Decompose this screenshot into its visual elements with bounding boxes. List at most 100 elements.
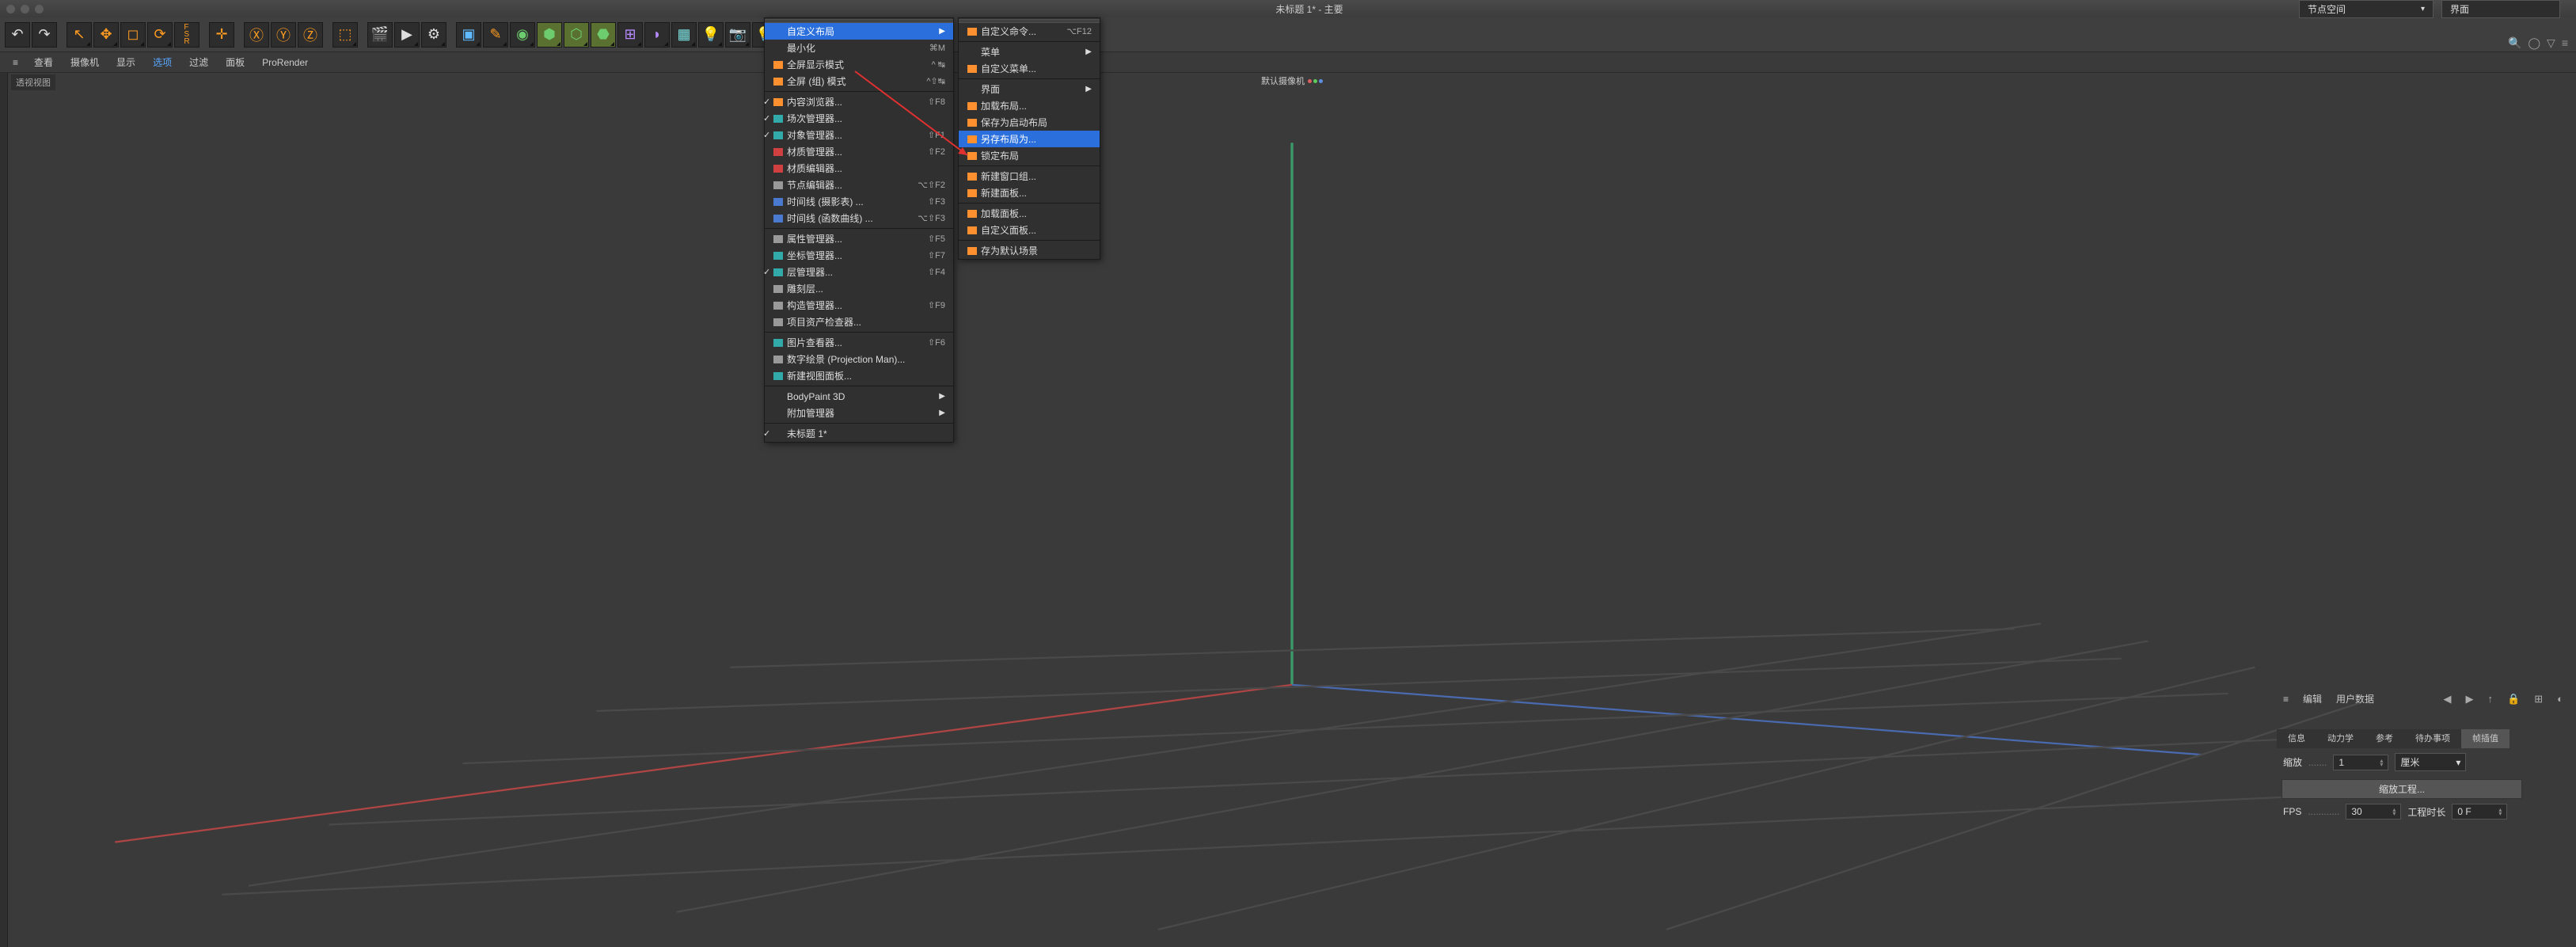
menu-item[interactable]: 构造管理器...⇧F9: [765, 297, 953, 314]
menu-display[interactable]: 显示: [116, 55, 135, 69]
perspective-viewport[interactable]: 透视视图 默认摄像机: [8, 73, 2576, 947]
render-view[interactable]: 🎬: [367, 22, 393, 48]
filter-icon[interactable]: ◯: [2528, 36, 2540, 50]
scale-project-button[interactable]: 缩放工程...: [2282, 779, 2522, 799]
deformer[interactable]: ⊞: [617, 22, 643, 48]
menu-options[interactable]: 选项: [153, 55, 172, 69]
redo-button[interactable]: ↷: [32, 22, 57, 48]
minimize-dot[interactable]: [21, 5, 29, 13]
attr-new-icon[interactable]: ⊞: [2534, 693, 2543, 705]
tab-todo[interactable]: 待办事项: [2404, 729, 2461, 748]
x-axis-toggle[interactable]: Ⓧ: [244, 22, 269, 48]
menu-item[interactable]: ✓场次管理器...: [765, 110, 953, 127]
menu-item[interactable]: 自定义布局▶: [765, 23, 953, 40]
menu-item[interactable]: 新建面板...: [959, 184, 1100, 201]
move-tool[interactable]: ✥: [93, 22, 119, 48]
menu-item[interactable]: 项目资产检查器...: [765, 314, 953, 330]
node-space-dropdown[interactable]: 节点空间 ▾: [2299, 0, 2434, 18]
render-settings[interactable]: ⚙: [421, 22, 446, 48]
menu-item[interactable]: BodyPaint 3D▶: [765, 388, 953, 405]
generator-subdivision[interactable]: ⬢: [537, 22, 562, 48]
menu-item[interactable]: 锁定布局: [959, 147, 1100, 164]
primitive-cube[interactable]: ▣: [456, 22, 481, 48]
menu-item[interactable]: 加载布局...: [959, 97, 1100, 114]
menu-item[interactable]: 新建视图面板...: [765, 367, 953, 384]
menu-item[interactable]: 菜单▶: [959, 44, 1100, 60]
menu-item[interactable]: 坐标管理器...⇧F7: [765, 247, 953, 264]
camera-object[interactable]: ▦: [671, 22, 697, 48]
tab-info[interactable]: 信息: [2277, 729, 2316, 748]
menu-filter[interactable]: 过滤: [189, 55, 208, 69]
y-axis-toggle[interactable]: Ⓨ: [271, 22, 296, 48]
hamburger-icon[interactable]: ≡: [13, 57, 17, 68]
menu-item[interactable]: ✓内容浏览器...⇧F8: [765, 93, 953, 110]
menu-item[interactable]: 图片查看器...⇧F6: [765, 334, 953, 351]
menu-item[interactable]: 加载面板...: [959, 205, 1100, 222]
zoom-dot[interactable]: [35, 5, 44, 13]
undo-button[interactable]: ↶: [5, 22, 30, 48]
scale-tool[interactable]: ◻: [120, 22, 146, 48]
menu-item[interactable]: 自定义面板...: [959, 222, 1100, 238]
menu-item[interactable]: 时间线 (摄影表) ...⇧F3: [765, 193, 953, 210]
menu-item[interactable]: 自定义菜单...: [959, 60, 1100, 77]
menu-item[interactable]: 材质管理器...⇧F2: [765, 143, 953, 160]
menu-item[interactable]: 材质编辑器...: [765, 160, 953, 177]
spline-pen[interactable]: ✎: [483, 22, 508, 48]
scene-camera[interactable]: 📷: [725, 22, 750, 48]
generator-nurbs[interactable]: ◉: [510, 22, 535, 48]
select-tool[interactable]: ↖: [66, 22, 92, 48]
menu-item[interactable]: 全屏显示模式^ ↹: [765, 56, 953, 73]
last-tool[interactable]: FSR: [174, 22, 199, 48]
generator-array[interactable]: ⬡: [564, 22, 589, 48]
menu-item[interactable]: 新建窗口组...: [959, 168, 1100, 184]
environment[interactable]: ◗: [644, 22, 670, 48]
attr-lock-icon[interactable]: 🔒: [2507, 693, 2520, 705]
attr-pin-icon[interactable]: ◐: [2557, 693, 2563, 705]
rotate-tool[interactable]: ⟳: [147, 22, 173, 48]
close-dot[interactable]: [6, 5, 15, 13]
attr-mode[interactable]: 编辑: [2303, 692, 2322, 705]
menu-view[interactable]: 查看: [34, 55, 53, 69]
menu-panel[interactable]: 面板: [226, 55, 245, 69]
menu-prorender[interactable]: ProRender: [262, 57, 308, 68]
menu-item[interactable]: 属性管理器...⇧F5: [765, 230, 953, 247]
left-mode-strip[interactable]: [0, 73, 8, 947]
menu-item[interactable]: ✓对象管理器...⇧F1: [765, 127, 953, 143]
coord-system[interactable]: ⬚: [332, 22, 358, 48]
menu-item[interactable]: 存为默认场景: [959, 242, 1100, 259]
tab-dynamics[interactable]: 动力学: [2316, 729, 2365, 748]
menu-item[interactable]: 节点编辑器...⌥⇧F2: [765, 177, 953, 193]
menu-item[interactable]: 保存为启动布局: [959, 114, 1100, 131]
render-region[interactable]: ▶: [394, 22, 420, 48]
duration-field[interactable]: 0 F ▴▾: [2452, 804, 2507, 820]
menu-item[interactable]: 数字绘景 (Projection Man)...: [765, 351, 953, 367]
menu-item[interactable]: ✓未标题 1*: [765, 425, 953, 442]
menu-item[interactable]: ✓层管理器...⇧F4: [765, 264, 953, 280]
funnel-icon[interactable]: ▽: [2547, 36, 2555, 50]
list-icon[interactable]: ≡: [2562, 36, 2568, 50]
fps-field[interactable]: 30 ▴▾: [2346, 804, 2401, 820]
light-object[interactable]: 💡: [698, 22, 724, 48]
menu-item[interactable]: 附加管理器▶: [765, 405, 953, 421]
menu-item[interactable]: 界面▶: [959, 81, 1100, 97]
attr-up-icon[interactable]: ↑: [2488, 693, 2494, 705]
attr-fwd-icon[interactable]: ▶: [2466, 693, 2474, 705]
tab-reference[interactable]: 参考: [2365, 729, 2404, 748]
menu-item[interactable]: 时间线 (函数曲线) ...⌥⇧F3: [765, 210, 953, 226]
menu-item[interactable]: 全屏 (组) 模式^⇧↹: [765, 73, 953, 89]
tab-interpolation[interactable]: 帧插值: [2461, 729, 2510, 748]
menu-camera[interactable]: 摄像机: [70, 55, 99, 69]
attr-hamburger-icon[interactable]: ≡: [2283, 694, 2289, 705]
search-icon[interactable]: 🔍: [2508, 36, 2521, 50]
menu-item[interactable]: 最小化⌘M: [765, 40, 953, 56]
menu-item[interactable]: 另存布局为...: [959, 131, 1100, 147]
menu-item[interactable]: 雕刻层...: [765, 280, 953, 297]
attr-back-icon[interactable]: ◀: [2444, 693, 2452, 705]
layout-dropdown[interactable]: 界面: [2441, 0, 2560, 18]
axis-lock[interactable]: ✛: [209, 22, 234, 48]
z-axis-toggle[interactable]: Ⓩ: [298, 22, 323, 48]
scale-field[interactable]: 1 ▴▾: [2333, 755, 2388, 770]
menu-item[interactable]: 自定义命令...⌥F12: [959, 23, 1100, 40]
generator-cloner[interactable]: ⬣: [591, 22, 616, 48]
attr-userdata[interactable]: 用户数据: [2336, 692, 2374, 705]
